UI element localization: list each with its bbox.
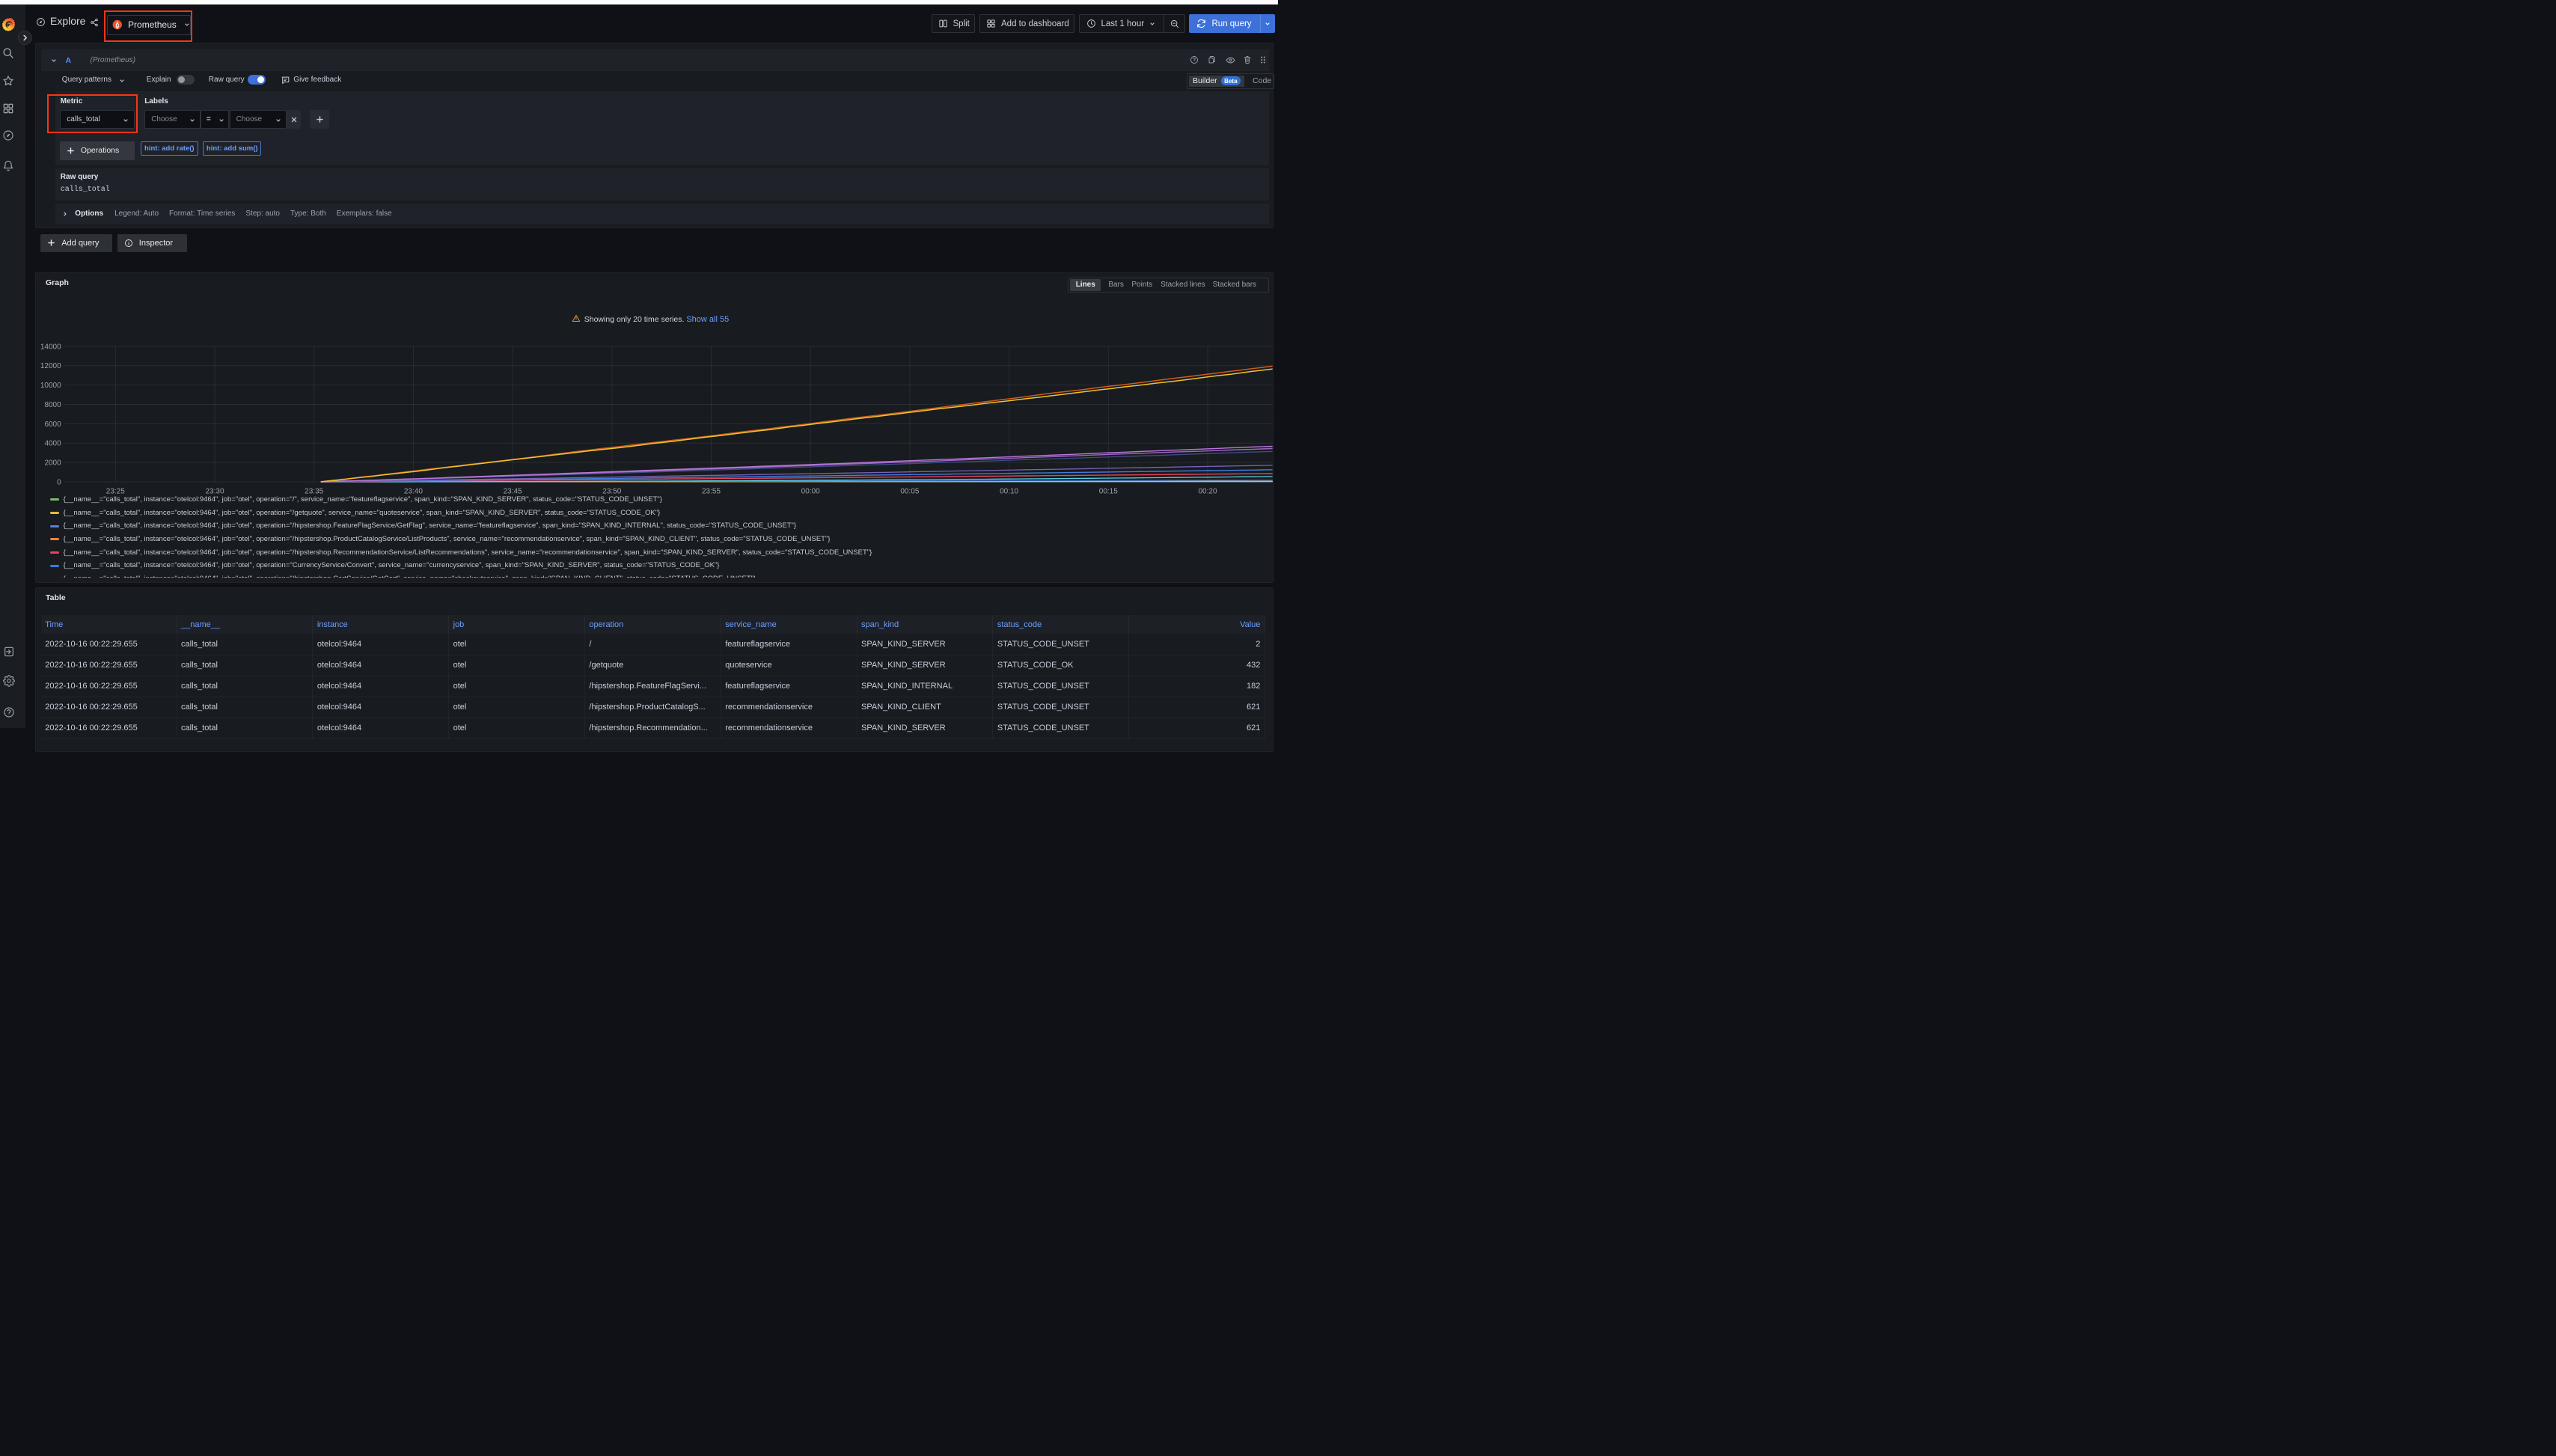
svg-text:2000: 2000 xyxy=(45,459,62,467)
svg-text:14000: 14000 xyxy=(40,343,61,351)
svg-text:8000: 8000 xyxy=(45,401,62,409)
svg-text:4000: 4000 xyxy=(45,439,62,447)
svg-text:6000: 6000 xyxy=(45,420,62,428)
svg-text:0: 0 xyxy=(57,478,61,486)
svg-text:12000: 12000 xyxy=(40,362,61,370)
svg-text:10000: 10000 xyxy=(40,382,61,390)
